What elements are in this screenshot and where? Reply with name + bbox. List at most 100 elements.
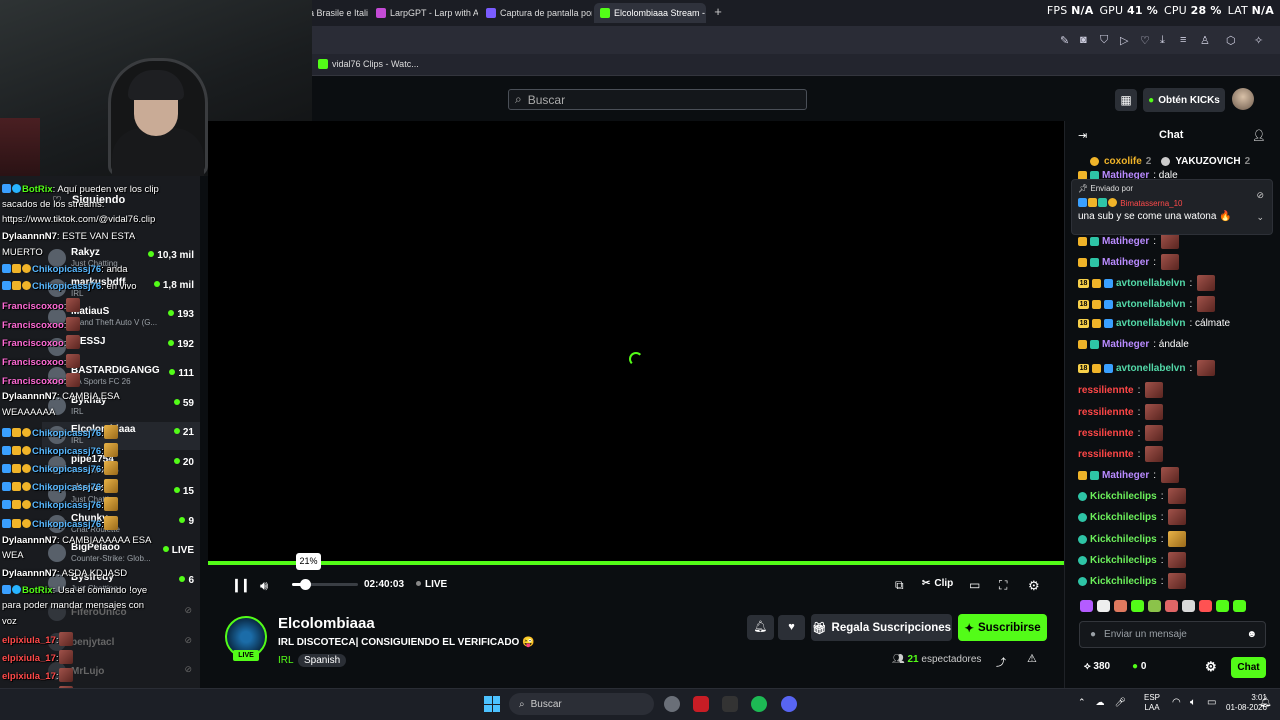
live-indicator[interactable]: LIVE: [416, 579, 447, 590]
chat-message[interactable]: Matiheger:: [1078, 254, 1180, 270]
fullscreen-icon[interactable]: ⛶: [999, 578, 1007, 593]
heart-icon[interactable]: ♡: [1140, 34, 1150, 47]
emote-shortcut-icon[interactable]: [1216, 600, 1229, 612]
pause-icon[interactable]: ❙❙: [231, 577, 251, 593]
clip-button[interactable]: ✂ Clip: [922, 578, 953, 589]
get-kicks-button[interactable]: ● Obtén KICKs: [1143, 88, 1225, 112]
chat-message[interactable]: 18 avtonellabelvn:: [1078, 296, 1216, 312]
pinned-message[interactable]: 📌︎ Enviado por Bimatasserna_10 una sub y…: [1071, 179, 1273, 235]
unpin-icon[interactable]: ⊘: [1256, 190, 1264, 201]
cloud-icon[interactable]: ☁: [1096, 697, 1105, 708]
chat-message[interactable]: Kickchileclips:: [1078, 552, 1187, 568]
volume-icon[interactable]: 🔊︎: [260, 578, 268, 594]
address-bar[interactable]: [312, 26, 1280, 54]
shield-icon[interactable]: ⛉: [1100, 34, 1108, 47]
background-light: [0, 118, 40, 176]
windows-start-icon[interactable]: [484, 696, 500, 712]
chat-input[interactable]: ● Enviar un mensaje ☻: [1079, 621, 1266, 648]
emote-shortcut-icon[interactable]: [1080, 600, 1093, 612]
bookmark-vidal76[interactable]: vidal76 Clips - Watc...: [318, 59, 419, 69]
notification-bell-icon[interactable]: 🔔︎: [747, 615, 774, 640]
stream-category[interactable]: IRL: [278, 655, 294, 666]
emote-shortcut-icon[interactable]: [1114, 600, 1127, 612]
ai-icon[interactable]: ✧: [1254, 34, 1263, 47]
play-icon[interactable]: ▷: [1120, 34, 1128, 47]
chat-message[interactable]: ressiliennte:: [1078, 446, 1164, 462]
app-icon-opera[interactable]: [693, 696, 709, 712]
chevron-down-icon[interactable]: ⌄: [1256, 212, 1264, 223]
emote-icon: [1197, 275, 1216, 291]
extension-icon[interactable]: ⬡: [1226, 34, 1236, 47]
wifi-icon[interactable]: ◠: [1172, 697, 1181, 708]
gift-subs-button[interactable]: 🎁︎ Regala Suscripciones: [811, 614, 952, 641]
chat-message[interactable]: ressiliennte:: [1078, 382, 1164, 398]
collapse-chat-icon[interactable]: ⇥: [1078, 129, 1087, 142]
offline-icon: ⊘: [184, 664, 192, 674]
edit-icon[interactable]: ✎: [1060, 34, 1069, 47]
chat-message[interactable]: Kickchileclips:: [1078, 509, 1187, 525]
mic-icon[interactable]: 🎤︎: [1115, 697, 1126, 708]
emote-shortcut-icon[interactable]: [1233, 600, 1246, 612]
offline-icon: ⊘: [184, 605, 192, 615]
library-button[interactable]: ▦: [1115, 89, 1137, 111]
chat-settings-icon[interactable]: ⚙: [1205, 659, 1217, 675]
video-player[interactable]: [208, 121, 1064, 564]
download-icon[interactable]: ⤓: [1160, 34, 1165, 47]
app-icon-settings[interactable]: [664, 696, 680, 712]
camera-icon[interactable]: ◙: [1080, 34, 1087, 46]
chat-message[interactable]: Matiheger: ándale: [1078, 339, 1189, 350]
chat-message[interactable]: 18 avtonellabelvn: cálmate: [1078, 318, 1230, 329]
app-icon-discord[interactable]: [781, 696, 797, 712]
follow-heart-icon[interactable]: ♥: [778, 615, 805, 640]
chat-message[interactable]: ressiliennte:: [1078, 425, 1164, 441]
emote-shortcut-icon[interactable]: [1131, 600, 1144, 612]
kicks-display[interactable]: ● 0: [1132, 661, 1146, 672]
browser-tab[interactable]: Captura de pantalla por L: [480, 3, 592, 23]
channel-name[interactable]: Elcolombiaaa: [278, 615, 375, 632]
theater-mode-icon[interactable]: ▭: [969, 578, 980, 592]
browser-tab-active[interactable]: Elcolombiaaa Stream - W: [594, 3, 706, 23]
chat-message[interactable]: Kickchileclips:: [1078, 573, 1187, 589]
profile-icon[interactable]: ♙: [1200, 34, 1210, 47]
chat-message[interactable]: Matiheger:: [1078, 467, 1180, 483]
performance-overlay: FPS N/A GPU 41 % CPU 28 % LAT N/A: [1046, 4, 1274, 17]
battery-icon[interactable]: ▭: [1207, 697, 1216, 708]
menu-icon[interactable]: ≡: [1180, 34, 1186, 46]
chevron-up-icon[interactable]: ⌃: [1078, 697, 1086, 708]
rank-2-icon: [1161, 157, 1171, 166]
report-icon[interactable]: ⚠: [1027, 652, 1037, 665]
emote-shortcut-icon[interactable]: [1199, 600, 1212, 612]
chat-send-button[interactable]: Chat: [1231, 657, 1266, 678]
app-icon-epic[interactable]: [722, 696, 738, 712]
browser-tab[interactable]: LarpGPT - Larp with AI: [370, 3, 478, 23]
language-tag[interactable]: Spanish: [298, 654, 347, 667]
emote-shortcut-icon[interactable]: [1165, 600, 1178, 612]
language-indicator[interactable]: ESP LAA: [1144, 693, 1160, 713]
chat-message[interactable]: Kickchileclips:: [1078, 488, 1187, 504]
emote-shortcut-icon[interactable]: [1182, 600, 1195, 612]
app-icon-spotify[interactable]: [751, 696, 767, 712]
chat-message[interactable]: Matiheger:: [1078, 233, 1180, 249]
system-tray: ⌃ ☁ 🎤︎: [1078, 697, 1126, 708]
points-display[interactable]: ⟡ 380: [1084, 661, 1110, 672]
pinned-text: una sub y se come una watona 🔥: [1078, 211, 1232, 222]
new-tab-button[interactable]: +: [711, 5, 725, 19]
subscribe-button[interactable]: ✦ Suscribirse: [958, 614, 1047, 641]
share-icon[interactable]: ⤴: [996, 654, 1006, 669]
notification-icon[interactable]: 🔔︎: [1259, 697, 1272, 708]
chat-message[interactable]: 18 avtonellabelvn:: [1078, 360, 1216, 376]
chat-message[interactable]: ressiliennte:: [1078, 404, 1164, 420]
emote-shortcut-icon[interactable]: [1148, 600, 1161, 612]
chat-message[interactable]: Kickchileclips:: [1078, 531, 1187, 547]
pip-icon[interactable]: ⧉: [895, 578, 904, 593]
kick-icon: [318, 59, 328, 69]
settings-gear-icon[interactable]: ⚙: [1028, 578, 1040, 594]
taskbar-search[interactable]: ⌕ Buscar: [509, 693, 654, 715]
chat-message[interactable]: 18 avtonellabelvn:: [1078, 275, 1216, 291]
speaker-icon[interactable]: 🔈︎: [1190, 697, 1196, 708]
search-input[interactable]: ⌕ Buscar: [508, 89, 807, 110]
emote-shortcut-icon[interactable]: [1097, 600, 1110, 612]
chat-users-icon[interactable]: 👤︎: [1252, 129, 1266, 142]
emoji-icon[interactable]: ☻: [1246, 629, 1257, 640]
user-avatar[interactable]: [1232, 88, 1254, 110]
